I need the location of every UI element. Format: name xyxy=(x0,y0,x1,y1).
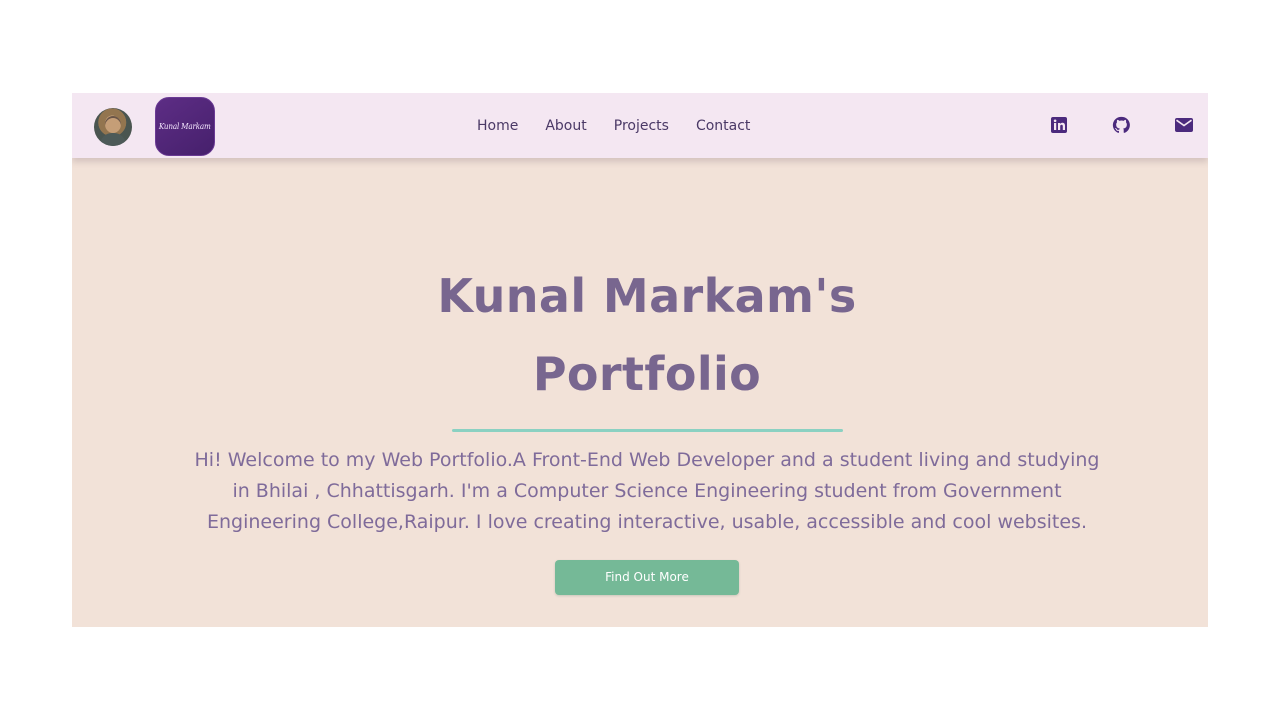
avatar-face-shape xyxy=(105,116,121,133)
title-divider xyxy=(452,429,843,432)
mail-icon[interactable] xyxy=(1173,114,1195,136)
main-navigation: Home About Projects Contact xyxy=(477,93,777,158)
github-icon[interactable] xyxy=(1110,114,1132,136)
nav-link-contact[interactable]: Contact xyxy=(696,119,750,133)
linkedin-icon[interactable] xyxy=(1048,114,1070,136)
nav-link-projects[interactable]: Projects xyxy=(614,119,669,133)
brand-logo[interactable]: Kunal Markam xyxy=(155,97,215,156)
find-out-more-button[interactable]: Find Out More xyxy=(555,560,739,595)
intro-paragraph: Hi! Welcome to my Web Portfolio.A Front-… xyxy=(194,449,1100,533)
profile-avatar[interactable] xyxy=(94,108,132,146)
navbar: Kunal Markam Home About Projects Contact xyxy=(72,93,1208,158)
nav-link-home[interactable]: Home xyxy=(477,119,518,133)
logo-text: Kunal Markam xyxy=(159,122,211,131)
avatar-shirt-shape xyxy=(100,133,126,146)
nav-link-about[interactable]: About xyxy=(545,119,586,133)
portfolio-page: Kunal Markam Home About Projects Contact xyxy=(72,93,1208,627)
hero-title: Kunal Markam's Portfolio xyxy=(437,269,857,401)
